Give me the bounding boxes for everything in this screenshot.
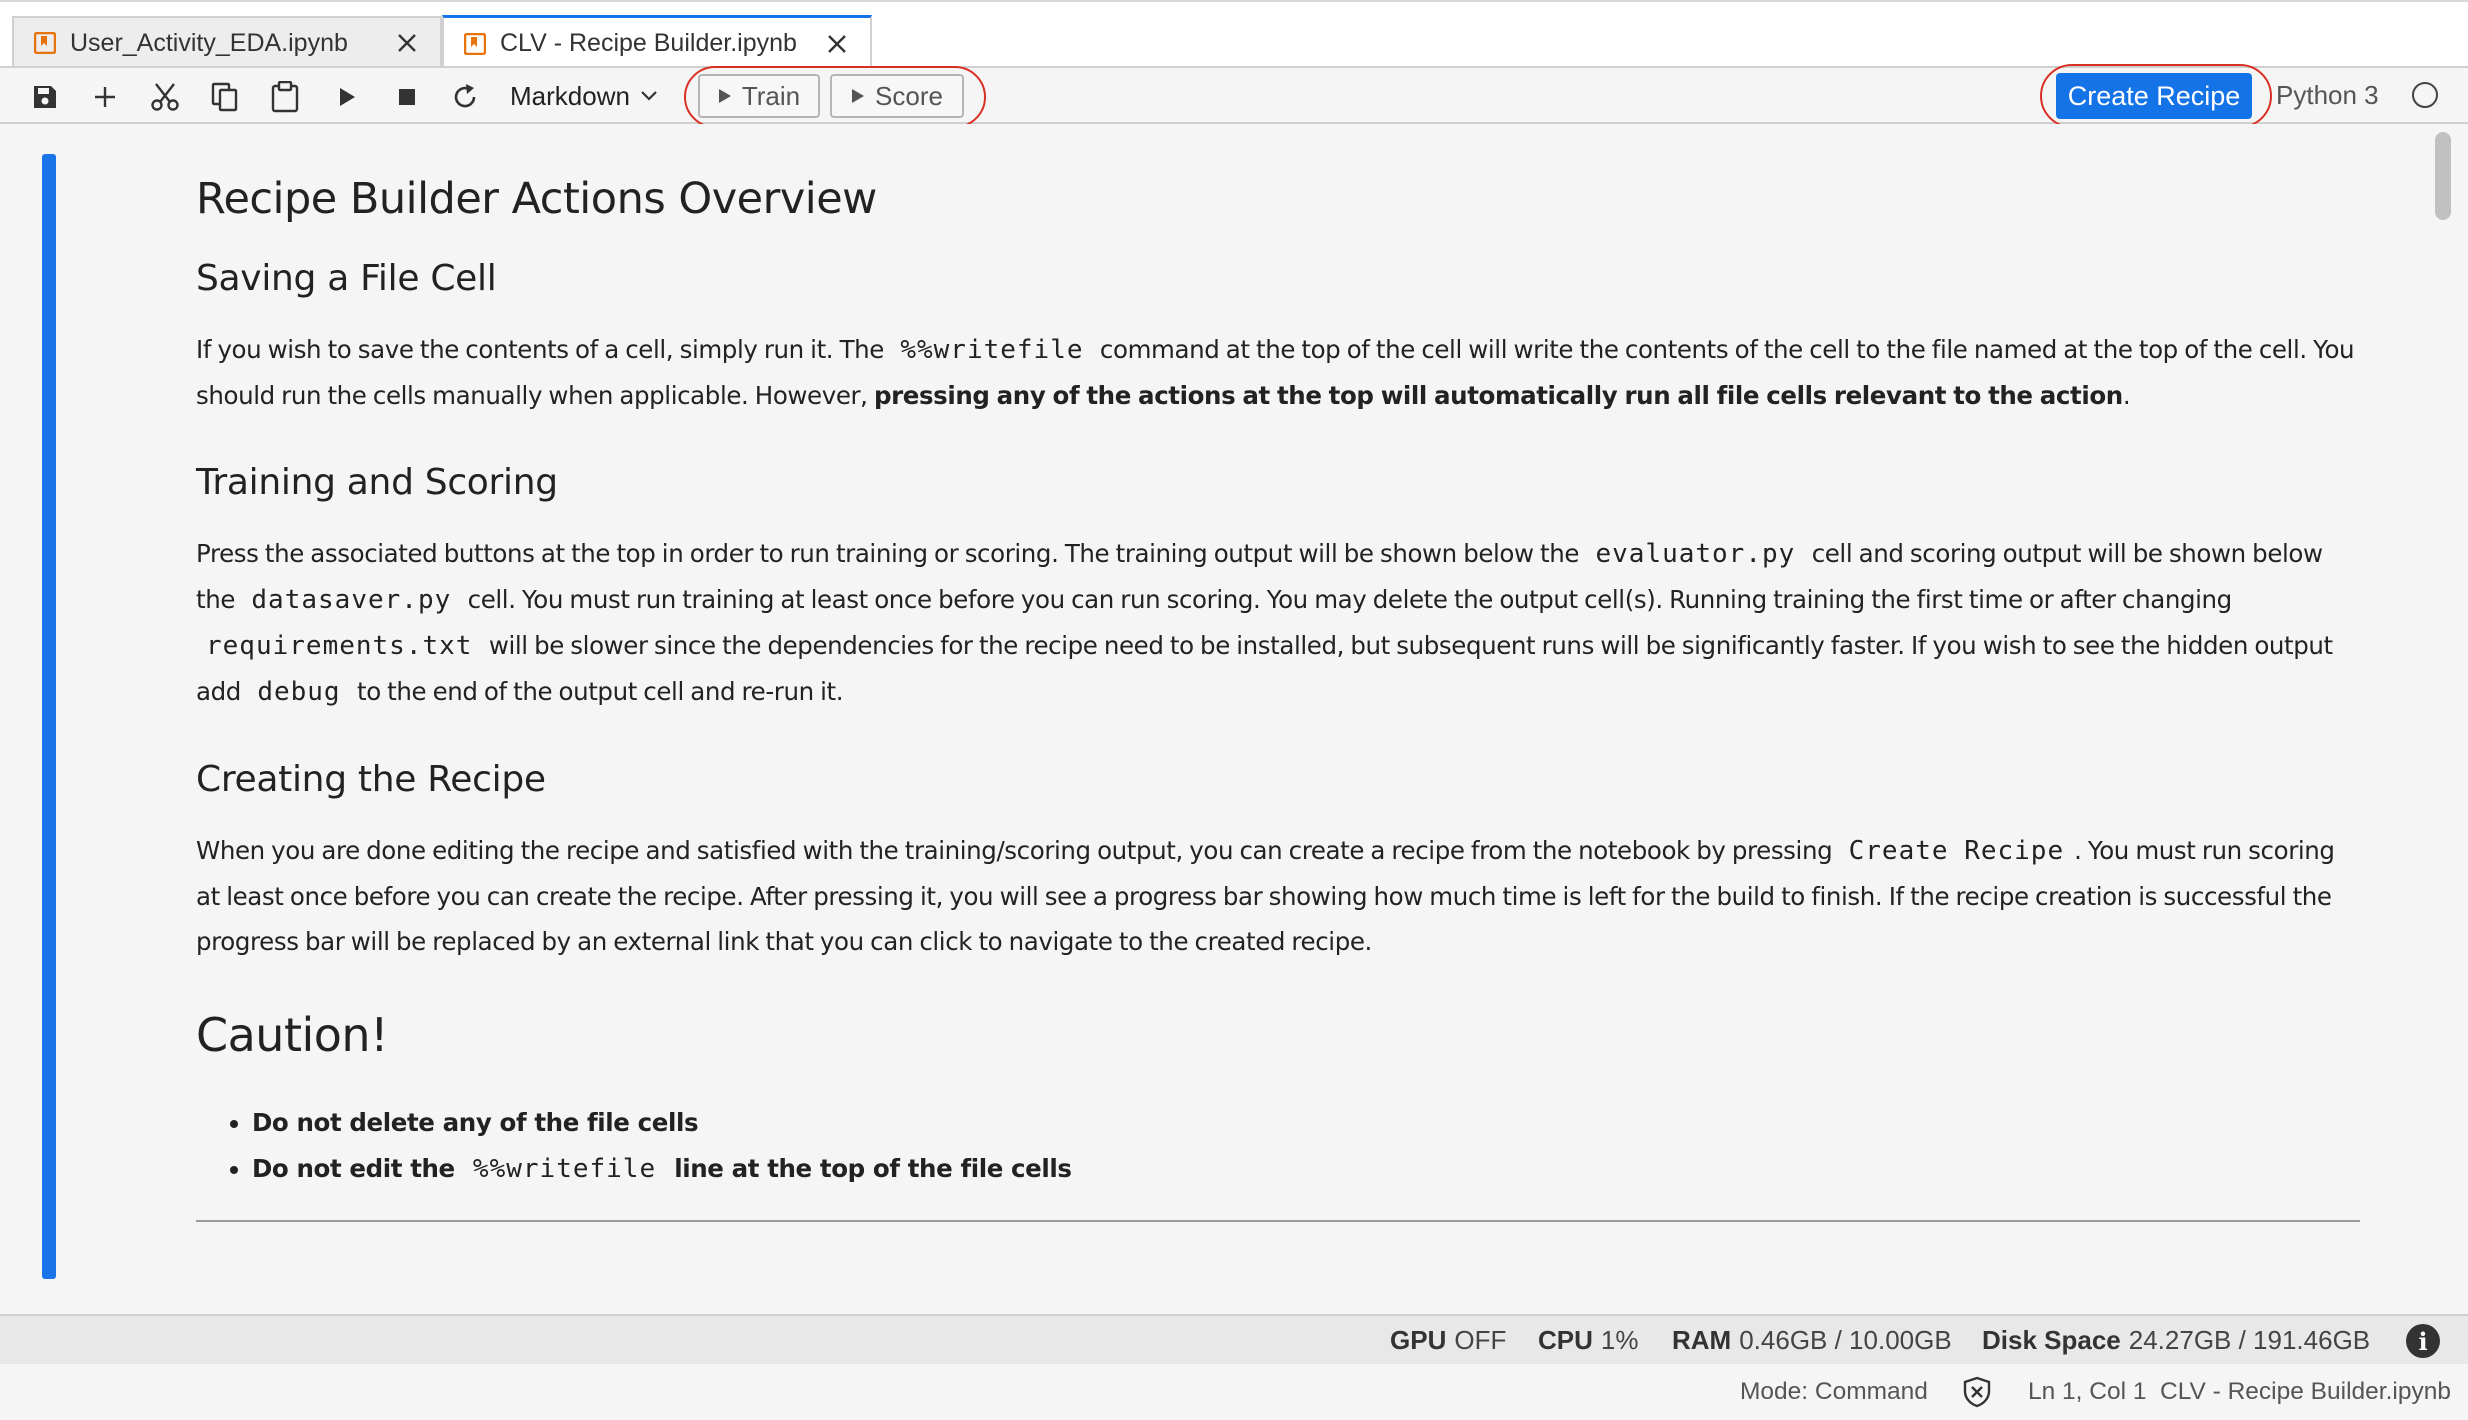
inline-code: datasaver.py: [251, 585, 452, 615]
train-label: Train: [741, 80, 801, 111]
divider: [196, 1220, 2360, 1222]
play-icon: [718, 89, 731, 103]
cut-icon[interactable]: [148, 80, 182, 114]
tab-user-activity-eda[interactable]: User_Activity_EDA.ipynb: [12, 16, 442, 68]
current-file-name: CLV - Recipe Builder.ipynb: [2160, 1378, 2451, 1405]
play-icon: [852, 89, 865, 103]
inline-code: requirements.txt: [206, 631, 473, 661]
tab-clv-recipe-builder[interactable]: CLV - Recipe Builder.ipynb: [442, 15, 872, 69]
mode-indicator[interactable]: Mode: Command: [1740, 1378, 1928, 1406]
restart-icon[interactable]: [448, 80, 482, 114]
trusted-shield-icon[interactable]: [1962, 1376, 1992, 1408]
list-item: Do not delete any of the file cells: [252, 1100, 2360, 1146]
chevron-down-icon: [641, 91, 657, 101]
notebook-panel: Recipe Builder Actions Overview Saving a…: [0, 124, 2468, 1314]
save-icon[interactable]: [28, 80, 62, 114]
score-button[interactable]: Score: [830, 74, 964, 118]
disk-status: Disk Space 24.27GB / 191.46GB: [1982, 1325, 2371, 1355]
kernel-status-icon: [2412, 82, 2438, 108]
section-heading-creating: Creating the Recipe: [196, 759, 546, 800]
ram-status: RAM 0.46GB / 10.00GB: [1672, 1325, 1952, 1355]
train-button[interactable]: Train: [698, 74, 820, 118]
list-item: Do not edit the %%writefile line at the …: [252, 1146, 2360, 1192]
resource-usage-bar: GPU OFF CPU 1% RAM 0.46GB / 10.00GB Disk Sp…: [0, 1314, 2468, 1364]
paragraph-creating: When you are done editing the recipe and…: [196, 836, 2335, 956]
tab-label: CLV - Recipe Builder.ipynb: [500, 29, 797, 57]
paragraph-training: Press the associated buttons at the top …: [196, 539, 2333, 707]
run-icon[interactable]: [330, 80, 364, 114]
inline-code: %%writefile: [472, 1154, 657, 1184]
caution-list: Do not delete any of the file cells Do n…: [196, 1100, 2360, 1192]
inline-code: Create Recipe: [1848, 836, 2065, 866]
inline-code: evaluator.py: [1595, 539, 1796, 569]
inline-code: debug: [257, 677, 341, 707]
score-label: Score: [875, 80, 943, 111]
notebook-icon: [34, 32, 56, 54]
inline-code: %%writefile: [900, 335, 1084, 365]
tab-label: User_Activity_EDA.ipynb: [70, 28, 348, 57]
close-icon[interactable]: [822, 29, 852, 59]
notebook-icon: [464, 32, 486, 55]
section-heading-saving: Saving a File Cell: [196, 258, 497, 299]
tab-bar: User_Activity_EDA.ipynb CLV - Recipe Bui…: [0, 0, 2468, 69]
paragraph-saving: If you wish to save the contents of a ce…: [196, 335, 2355, 410]
copy-icon[interactable]: [208, 80, 242, 114]
cpu-status: CPU 1%: [1538, 1325, 1639, 1355]
caution-heading: Caution!: [196, 1008, 389, 1062]
notebook-scrollbar[interactable]: [2430, 124, 2456, 1314]
notebook-title: Recipe Builder Actions Overview: [196, 174, 877, 224]
kernel-name[interactable]: Python 3: [2276, 80, 2379, 111]
info-icon[interactable]: i: [2406, 1324, 2440, 1358]
add-icon[interactable]: [88, 80, 122, 114]
active-cell-indicator[interactable]: [42, 154, 56, 1279]
close-icon[interactable]: [392, 28, 422, 58]
cell-type-value: Markdown: [510, 80, 630, 111]
cursor-position[interactable]: Ln 1, Col 1: [2028, 1378, 2147, 1406]
scrollbar-thumb[interactable]: [2435, 132, 2451, 220]
cell-type-dropdown[interactable]: Markdown: [510, 76, 658, 116]
section-heading-training: Training and Scoring: [196, 462, 558, 503]
create-recipe-button[interactable]: Create Recipe: [2056, 73, 2252, 119]
notebook-toolbar: Markdown Train Score Create Recipe Pytho…: [0, 64, 2468, 128]
stop-icon[interactable]: [390, 80, 424, 114]
gpu-status: GPU OFF: [1390, 1325, 1507, 1355]
status-bar: Mode: Command Ln 1, Col 1 CLV - Recipe B…: [0, 1364, 2468, 1420]
paste-icon[interactable]: [268, 80, 302, 114]
markdown-cell[interactable]: Recipe Builder Actions Overview Saving a…: [196, 174, 2360, 1222]
